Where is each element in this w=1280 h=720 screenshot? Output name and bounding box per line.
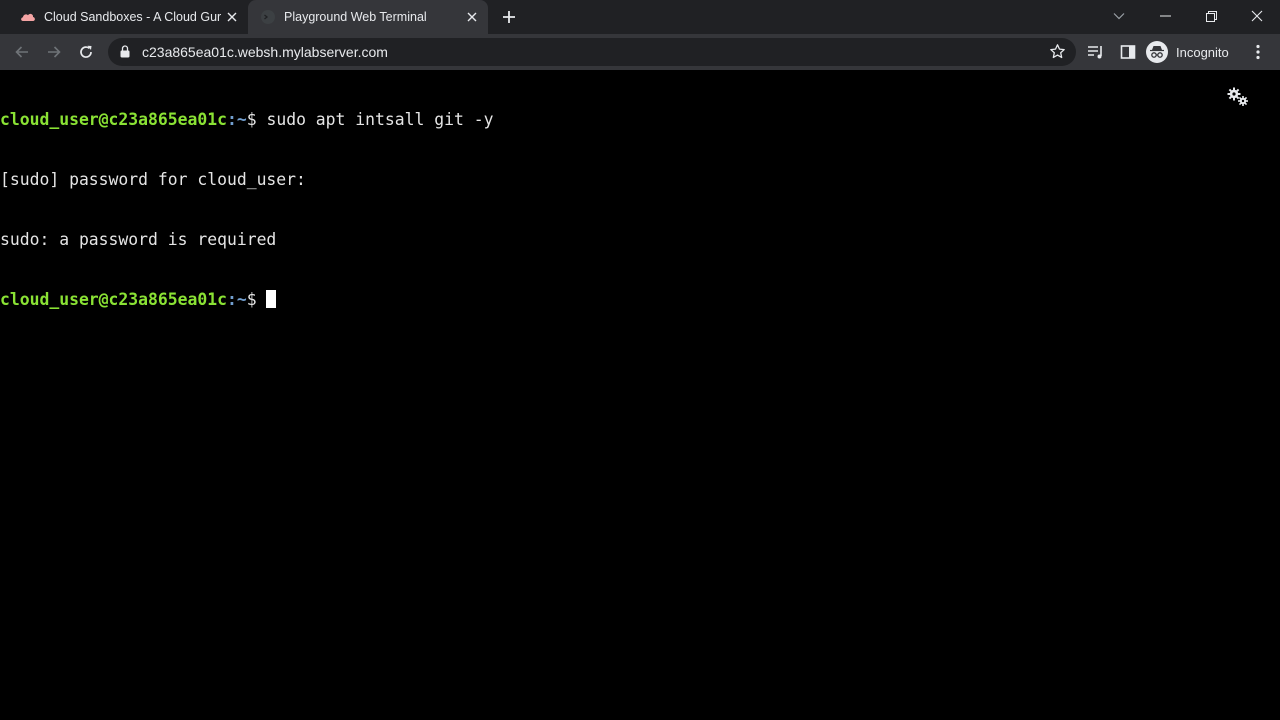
terminal-line: sudo: a password is required [0,230,493,250]
chevron-down-icon [1113,13,1125,20]
restore-icon [1205,10,1217,22]
output-text: [sudo] password for cloud_user: [0,170,306,189]
back-button[interactable] [8,38,36,66]
terminal-output: cloud_user@c23a865ea01c:~$ sudo apt ints… [0,70,493,350]
browser-menu-button[interactable] [1244,38,1272,66]
minimize-icon [1159,15,1171,17]
url-text[interactable]: c23a865ea01c.websh.mylabserver.com [142,38,388,66]
incognito-label: Incognito [1176,44,1229,60]
prompt-path: :~ [226,290,247,309]
incognito-icon [1146,41,1168,63]
settings-gears-icon[interactable] [1226,86,1250,108]
prompt-user: cloud_user@c23a865ea01c [0,290,227,309]
new-tab-button[interactable] [498,6,520,28]
lock-icon [120,45,130,58]
browser-toolbar: c23a865ea01c.websh.mylabserver.com Incog… [0,34,1280,70]
prompt-symbol: $ [246,290,267,309]
tab-title: Playground Web Terminal [284,10,427,24]
terminal-line: [sudo] password for cloud_user: [0,170,493,190]
restore-button[interactable] [1188,0,1234,32]
prompt-user: cloud_user@c23a865ea01c [0,110,227,129]
minimize-button[interactable] [1142,0,1188,32]
plus-icon [503,11,515,23]
tab-search-button[interactable] [1096,0,1142,32]
incognito-profile-button[interactable]: Incognito [1146,38,1229,66]
side-panel-button[interactable] [1114,38,1142,66]
address-bar[interactable]: c23a865ea01c.websh.mylabserver.com [108,38,1076,66]
terminal-line: cloud_user@c23a865ea01c:~$ sudo apt ints… [0,110,493,130]
reading-list-icon [1088,46,1102,59]
close-icon [1251,10,1263,22]
prompt-path: :~ [226,110,247,129]
tab-playground-web-terminal[interactable]: Playground Web Terminal [248,0,488,34]
close-tab-icon[interactable] [462,7,482,27]
prompt-symbol: $ [246,110,267,129]
tab-title: Cloud Sandboxes - A Cloud Guru [44,10,222,24]
cloud-icon [21,13,35,21]
arrow-right-icon [48,46,61,58]
reload-icon [80,45,92,58]
output-text: sudo: a password is required [0,230,277,249]
tab-cloud-sandboxes[interactable]: Cloud Sandboxes - A Cloud Guru [8,0,248,34]
terminal-icon [261,10,275,24]
more-vertical-icon [1256,44,1260,60]
reload-button[interactable] [72,38,100,66]
reading-list-button[interactable] [1082,38,1110,66]
side-panel-icon [1120,45,1136,59]
web-terminal[interactable]: cloud_user@c23a865ea01c:~$ sudo apt ints… [0,70,1280,720]
terminal-cursor [266,290,277,308]
forward-button[interactable] [40,38,68,66]
bookmark-star-icon[interactable] [1049,43,1066,60]
terminal-line: cloud_user@c23a865ea01c:~$ [0,290,493,310]
close-tab-icon[interactable] [222,7,242,27]
arrow-left-icon [15,46,28,58]
command-text: sudo apt intsall git -y [266,110,494,129]
close-window-button[interactable] [1234,0,1280,32]
tab-strip: Cloud Sandboxes - A Cloud Guru Playgroun… [0,0,1280,34]
